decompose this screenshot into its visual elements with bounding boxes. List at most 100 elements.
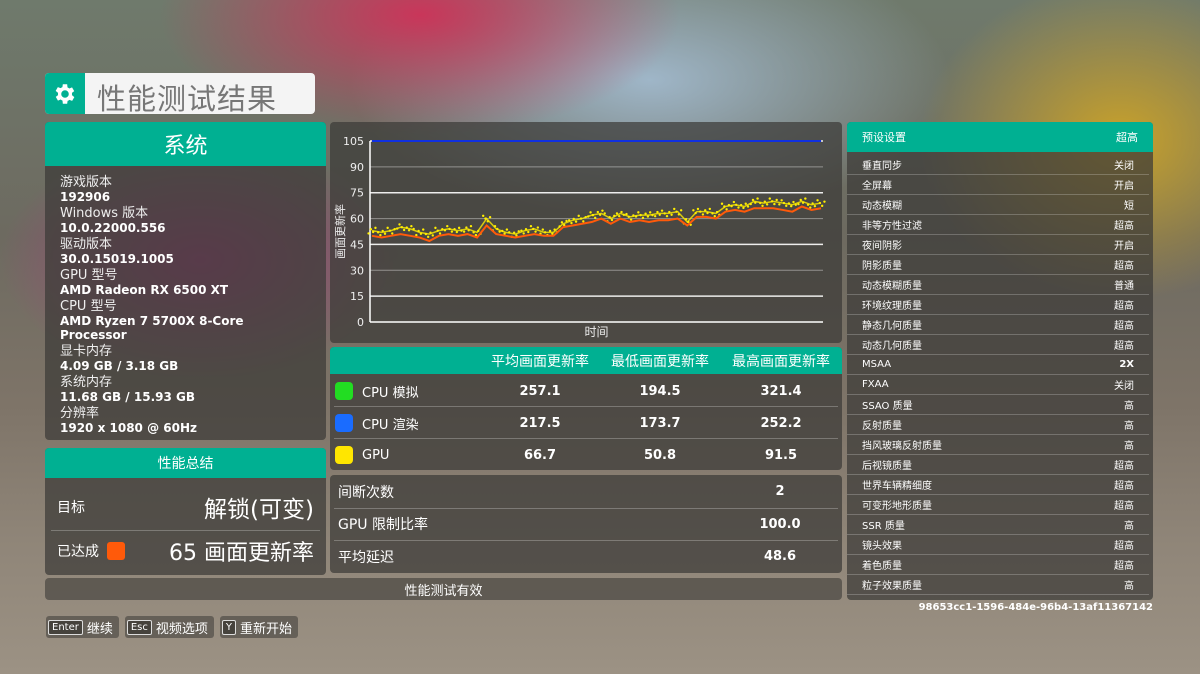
system-panel: 系统 游戏版本 192906 Windows 版本 10.0.22000.556 驱动版… [45,122,326,440]
gpu-fps-point [582,220,585,223]
stat-label: 平均延迟 [338,549,394,566]
gpu-fps-point [410,224,413,228]
gpu-fps-point [670,213,673,216]
gpu-fps-point [596,210,600,214]
gpu-fps-point [426,235,430,239]
footer-button-enter[interactable]: Enter 继续 [46,616,119,638]
achieved-color-swatch [107,542,125,560]
setting-label: 环境纹理质量 [862,301,922,312]
fps-avg: 66.7 [523,447,557,463]
gpu-fps-line [371,200,822,235]
setting-value: 超高 [1114,221,1134,232]
system-item-label: 分辨率 [60,406,100,421]
system-title: 系统 [45,122,326,166]
system-item-label: GPU 型号 [60,268,118,283]
col-avg: 平均画面更新率 [491,353,589,370]
footer-button-y[interactable]: Y 重新开始 [219,616,299,638]
setting-row: 着色质量 超高 [847,555,1149,575]
gpu-fps-point [522,232,525,235]
setting-label: 反射质量 [862,421,902,432]
system-item: CPU 型号 AMD Ryzen 7 5700X 8-Core Processor [60,300,311,343]
gpu-fps-point [696,207,700,211]
setting-row: SSR 质量 高 [847,515,1149,535]
gpu-fps-point [527,230,530,234]
system-item-value: 192906 [60,190,111,204]
gpu-fps-point [391,232,394,235]
setting-row: 挡风玻璃反射质量 高 [847,435,1149,455]
gpu-fps-point [701,213,705,216]
gpu-fps-point [488,215,492,219]
system-item: 显卡内存 4.09 GB / 3.18 GB [60,344,311,374]
key-hint: Enter [48,619,83,635]
gpu-fps-point [708,207,712,211]
setting-value: 高 [1124,401,1134,412]
y-tick-label: 75 [350,187,364,200]
gpu-fps-point [648,211,652,214]
setting-label: SSR 质量 [862,521,905,532]
stat-label: 间断次数 [338,484,394,501]
settings-panel: 预设设置 超高 垂直同步 关闭 全屏幕 开启 动态模糊短非等方性过滤 超高 夜间阴影 开启 阴影… [847,122,1153,600]
setting-label: 夜间阴影 [862,241,902,252]
gpu-fps-point [778,203,781,206]
setting-value: 普通 [1114,281,1134,292]
y-tick-label: 0 [357,316,364,329]
system-item: 驱动版本 30.0.15019.1005 [60,237,311,267]
setting-value: 开启 [1114,181,1134,192]
fps-table-row: GPU 66.7 50.8 91.5 [330,440,842,470]
stat-label: GPU 限制比率 [338,517,428,533]
setting-row: 可变形地形质量 超高 [847,495,1149,515]
fps-min: 173.7 [639,415,681,431]
x-axis-label: 时间 [584,325,608,339]
series-line-2 [371,205,822,243]
system-item-label: 驱动版本 [60,237,113,252]
setting-label: 动态几何质量 [862,341,922,352]
gpu-fps-point [574,220,578,223]
fps-table-row: CPU 模拟 257.1 194.5 321.4 [330,376,842,406]
setting-value: 超高 [1114,481,1134,492]
system-item-label: 系统内存 [60,375,113,390]
setting-label: 非等方性过滤 [862,221,922,232]
setting-row: 夜间阴影 开启 [847,235,1149,255]
session-id: 98653cc1-1596-484e-96b4-13af11367142 [918,602,1153,613]
gpu-fps-point [713,214,716,218]
gpu-fps-point [367,232,370,235]
setting-label: 可变形地形质量 [862,501,932,512]
setting-label: 静态几何质量 [862,321,922,332]
gpu-fps-point [383,232,387,235]
series-name: CPU 模拟 [362,385,419,401]
preset-label: 预设设置 [862,131,906,144]
gpu-fps-point [641,216,645,220]
achieved-value: 65 画面更新率 [169,541,314,566]
stat-row: 间断次数 2 [330,475,842,508]
setting-value: 超高 [1114,541,1134,552]
gpu-fps-point [601,209,604,212]
system-item-value: 10.0.22000.556 [60,221,166,235]
fps-table: 平均画面更新率 最低画面更新率 最高画面更新率 CPU 模拟 257.1 194.5… [330,347,842,470]
gpu-fps-point [422,228,425,231]
setting-row: 环境纹理质量 超高 [847,295,1149,315]
gpu-fps-point [665,214,669,218]
setting-label: 镜头效果 [862,541,902,552]
summary-title: 性能总结 [45,448,326,478]
footer-button-label: 视频选项 [155,621,208,637]
gpu-fps-point [438,232,442,235]
footer-actions: Enter 继续 Esc 视频选项 Y 重新开始 [46,616,299,638]
key-hint: Esc [126,619,152,635]
gpu-fps-point [773,202,776,206]
footer-button-esc[interactable]: Esc 视频选项 [124,616,214,638]
system-item-label: 显卡内存 [60,344,113,359]
setting-label: SSAO 质量 [862,401,913,412]
col-max: 最高画面更新率 [732,353,830,370]
y-tick-label: 45 [350,238,364,251]
gpu-fps-point [386,226,389,230]
setting-row: 动态几何质量 超高 [847,335,1149,355]
fps-table-header: 平均画面更新率 最低画面更新率 最高画面更新率 [330,347,842,374]
gpu-fps-point [761,204,764,208]
stat-value: 2 [775,484,785,499]
gpu-fps-point [813,204,817,208]
achieved-label: 已达成 [57,544,99,560]
gpu-fps-point [725,208,728,211]
setting-value: 超高 [1114,261,1134,272]
page-header: 性能测试结果 [45,73,315,114]
setting-value: 超高 [1114,341,1134,352]
